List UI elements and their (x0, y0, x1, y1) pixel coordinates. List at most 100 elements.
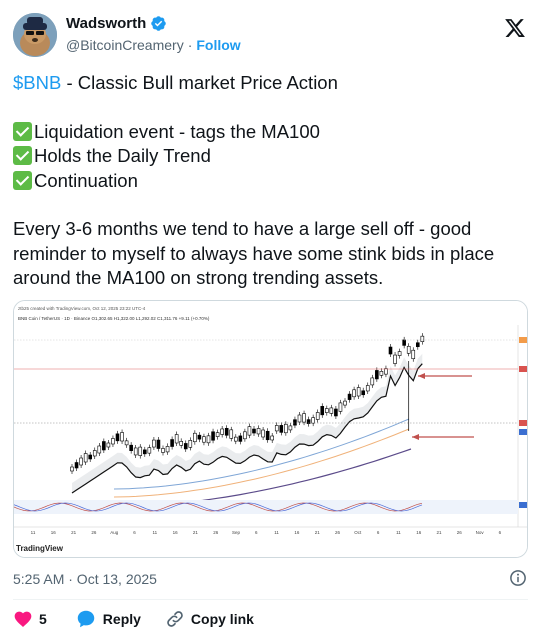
candle (243, 431, 247, 440)
candle (234, 436, 238, 442)
candle (393, 354, 397, 364)
copy-link-button[interactable]: Copy link (165, 609, 254, 628)
tweet-timestamp[interactable]: 5:25 AM · Oct 13, 2025 (13, 571, 157, 587)
candle (256, 428, 261, 435)
link-icon (167, 611, 183, 627)
x-tick-label: 16 (51, 530, 57, 535)
x-tick-label: 11 (31, 530, 36, 535)
tweet-body: $BNB - Classic Bull market Price Action … (13, 71, 528, 291)
candle (297, 414, 302, 423)
candle (261, 429, 265, 438)
candle (370, 377, 375, 386)
candle (111, 438, 115, 445)
x-tick-label: 26 (335, 530, 341, 535)
candle (284, 423, 288, 434)
author-avatar[interactable] (13, 13, 57, 57)
x-tick-label: 11 (152, 530, 157, 535)
candle (106, 442, 111, 448)
candle (329, 407, 334, 414)
separator-dot: · (187, 37, 193, 53)
candle (415, 342, 420, 348)
candle (352, 389, 356, 398)
candle (406, 345, 411, 354)
x-tick-label: 11 (396, 530, 401, 535)
candle (143, 449, 147, 455)
candle (320, 406, 325, 416)
candle (97, 445, 102, 454)
candle (379, 371, 384, 376)
follow-button[interactable]: Follow (196, 37, 240, 53)
x-tick-label: 21 (71, 530, 77, 535)
chart-symbol-text: BNB Coin / TetherUS · 1D · Binance O1,30… (18, 316, 210, 321)
candle (365, 385, 370, 392)
info-icon[interactable] (509, 569, 527, 587)
heart-icon (14, 611, 32, 627)
candle (311, 417, 315, 424)
x-tick-label: 26 (213, 530, 219, 535)
candle (124, 440, 129, 446)
candle (402, 339, 406, 346)
candle (74, 462, 79, 469)
candle (265, 430, 270, 441)
tradingview-watermark: TradingView (16, 544, 64, 553)
candle (120, 432, 124, 442)
like-button[interactable]: 5 (13, 609, 47, 628)
candle (229, 429, 234, 439)
x-tick-label: Oct (354, 530, 362, 535)
x-tick-label: Sep (232, 530, 241, 535)
cashtag-link[interactable]: $BNB (13, 72, 61, 93)
checklist-item: Liquidation event - tags the MA100 (13, 120, 528, 145)
candle (252, 428, 256, 434)
candle (152, 439, 156, 448)
candle (293, 419, 297, 426)
candle (361, 390, 366, 396)
candle (92, 450, 97, 457)
candle (183, 443, 188, 450)
candle (324, 408, 329, 413)
candle (274, 425, 279, 432)
chart-header-text: ztb25 created with TradingView.com, Oct … (18, 306, 146, 311)
x-tick-label: 21 (193, 530, 199, 535)
price-label-blue (519, 429, 527, 435)
x-logo-icon[interactable] (504, 17, 526, 39)
x-tick-label: Nov (476, 530, 485, 535)
candle (347, 393, 352, 400)
checklist-item: Continuation (13, 169, 528, 194)
checklist-text: Holds the Daily Trend (34, 145, 211, 166)
candle (334, 408, 338, 417)
reply-label: Reply (102, 611, 141, 627)
check-mark-icon (13, 121, 32, 141)
tweet-line-1: $BNB - Classic Bull market Price Action (13, 71, 528, 96)
x-tick-label: 16 (294, 530, 300, 535)
check-mark-icon (13, 146, 32, 165)
author-handle[interactable]: @BitcoinCreamery (66, 37, 184, 53)
candle (420, 335, 425, 342)
reply-button[interactable]: Reply (75, 608, 141, 628)
x-tick-label: 21 (315, 530, 321, 535)
candle (115, 433, 120, 442)
like-count: 5 (39, 611, 47, 627)
candle (224, 427, 229, 436)
candle (270, 435, 275, 441)
candle (238, 435, 243, 442)
author-name[interactable]: Wadsworth (66, 15, 146, 32)
candle (220, 428, 224, 435)
candle (211, 431, 215, 441)
candle (193, 432, 197, 443)
candle (133, 447, 138, 456)
candle (197, 434, 202, 440)
candle (302, 413, 306, 423)
candle (179, 441, 183, 446)
candle (375, 370, 379, 380)
tweet-paragraph: Every 3-6 months we tend to have a large… (13, 218, 495, 288)
candle (202, 436, 206, 443)
candle (188, 440, 193, 448)
candle (279, 425, 284, 433)
candle (88, 454, 92, 460)
checklist-text: Liquidation event - tags the MA100 (34, 120, 320, 142)
x-tick-label: 16 (173, 530, 179, 535)
candle (147, 447, 152, 454)
candle (138, 446, 143, 456)
chart-image[interactable]: ztb25 created with TradingView.com, Oct … (13, 300, 528, 558)
candle (397, 351, 402, 356)
